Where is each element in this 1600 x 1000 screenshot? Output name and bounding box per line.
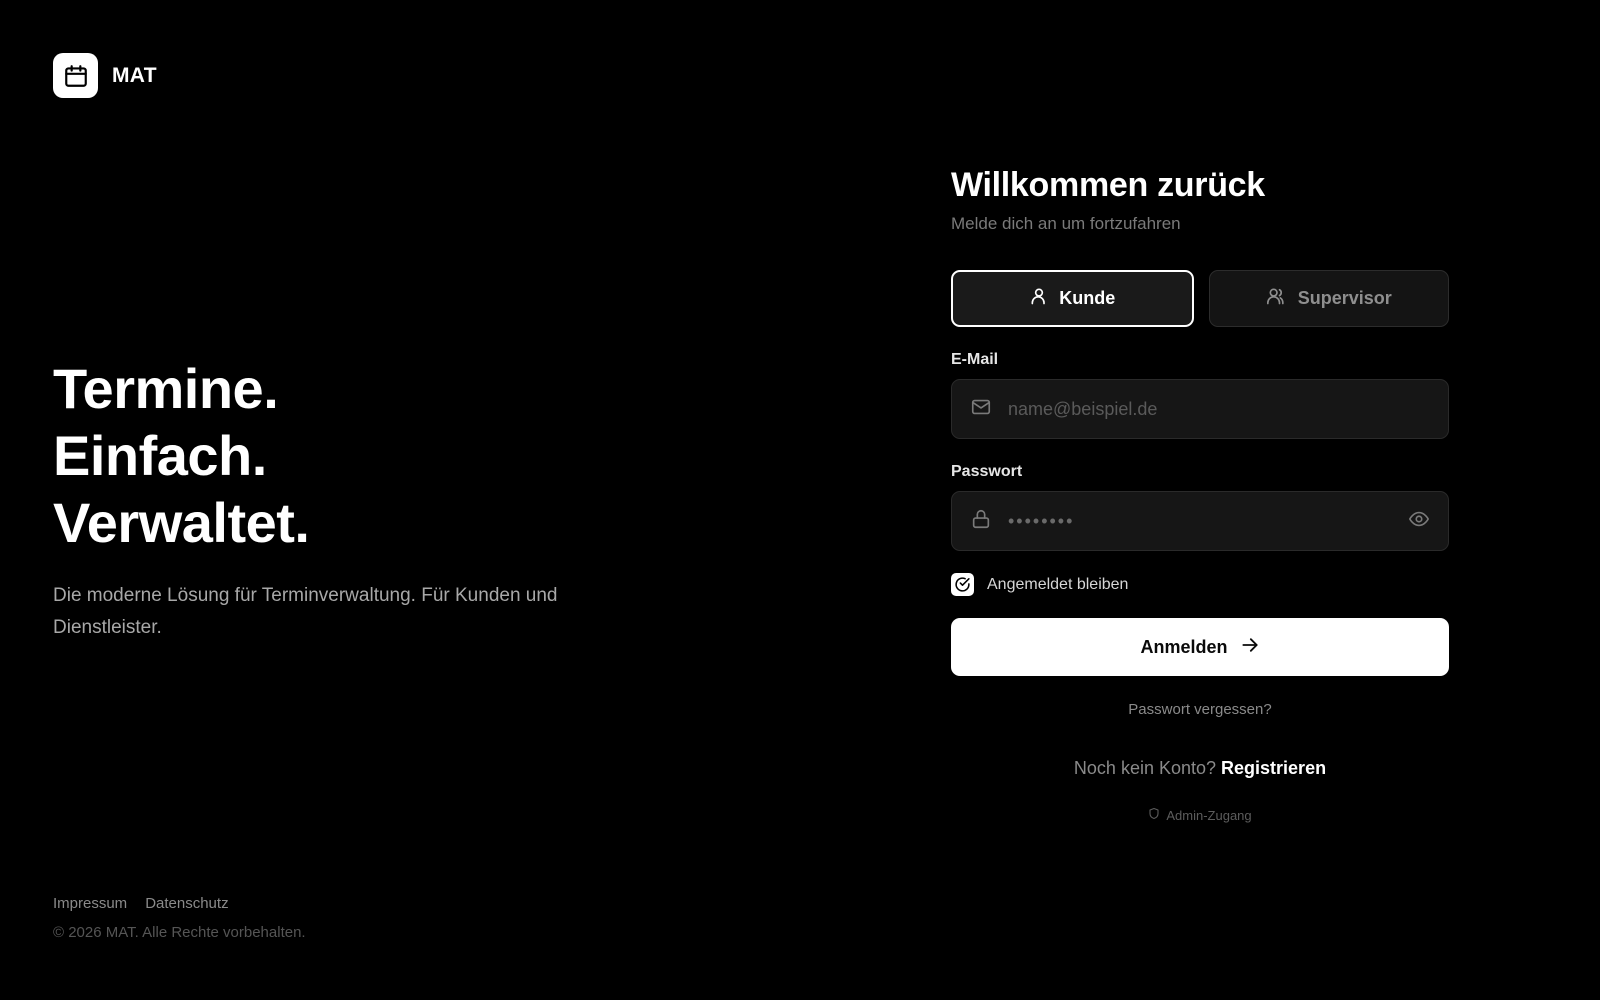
footer: Impressum Datenschutz © 2026 MAT. Alle R… [53,895,306,941]
role-supervisor-label: Supervisor [1297,288,1392,308]
password-label: Passwort [951,463,1023,480]
admin-access-link[interactable]: Admin-Zugang [951,807,1449,823]
register-prompt: Noch kein Konto? [1073,758,1217,778]
eye-icon[interactable] [1408,508,1430,535]
login-page: MAT Termine. Einfach. Verwaltet. Die mod… [0,0,1600,1000]
footer-links: Impressum Datenschutz [53,895,306,912]
impressum-link[interactable]: Impressum [53,895,127,912]
role-kunde-label: Kunde [1059,288,1116,308]
remember-me: Angemeldet bleiben [951,573,1449,596]
password-field-container: •••••••• [951,491,1449,551]
lock-icon [970,508,992,535]
forgot-password-link[interactable]: Passwort vergessen? [1128,701,1271,718]
email-label: E-Mail [951,351,999,368]
arrow-right-icon [1240,635,1260,660]
datenschutz-link[interactable]: Datenschutz [145,895,228,912]
email-field-container [951,379,1449,439]
register-row: Noch kein Konto? Registrieren [951,758,1449,779]
login-submit-button[interactable]: Anmelden [951,618,1449,676]
form-title: Willkommen zurück [951,166,1265,204]
submit-label: Anmelden [1140,636,1228,657]
login-form: Willkommen zurück Melde dich an um fortz… [951,160,1449,823]
remember-checkbox[interactable] [951,573,974,596]
form-subtitle: Melde dich an um fortzufahren [951,214,1181,233]
shield-icon [1148,807,1160,823]
hero-line-3: Verwaltet. [53,491,310,554]
calendar-icon [53,53,98,98]
email-input[interactable] [1008,398,1430,420]
hero-section: Termine. Einfach. Verwaltet. Die moderne… [53,355,613,644]
mail-icon [970,396,992,423]
admin-label: Admin-Zugang [1166,807,1252,823]
hero-line-2: Einfach. [53,424,267,487]
role-supervisor-button[interactable]: Supervisor [1208,270,1449,327]
register-link[interactable]: Registrieren [1221,758,1326,778]
password-input[interactable]: •••••••• [1008,511,1392,532]
user-icon [1029,286,1049,311]
hero-subtitle: Die moderne Lösung für Terminverwaltung.… [53,585,558,638]
hero-line-1: Termine. [53,357,279,420]
forgot-password: Passwort vergessen? [951,701,1449,718]
users-icon [1266,286,1288,311]
role-switch: Kunde Supervisor [951,270,1449,327]
remember-label: Angemeldet bleiben [987,575,1129,593]
brand-name: MAT [112,63,157,87]
copyright: © 2026 MAT. Alle Rechte vorbehalten. [53,924,306,941]
check-circle-icon [955,577,970,592]
role-kunde-button[interactable]: Kunde [951,270,1194,327]
brand[interactable]: MAT [53,53,157,98]
